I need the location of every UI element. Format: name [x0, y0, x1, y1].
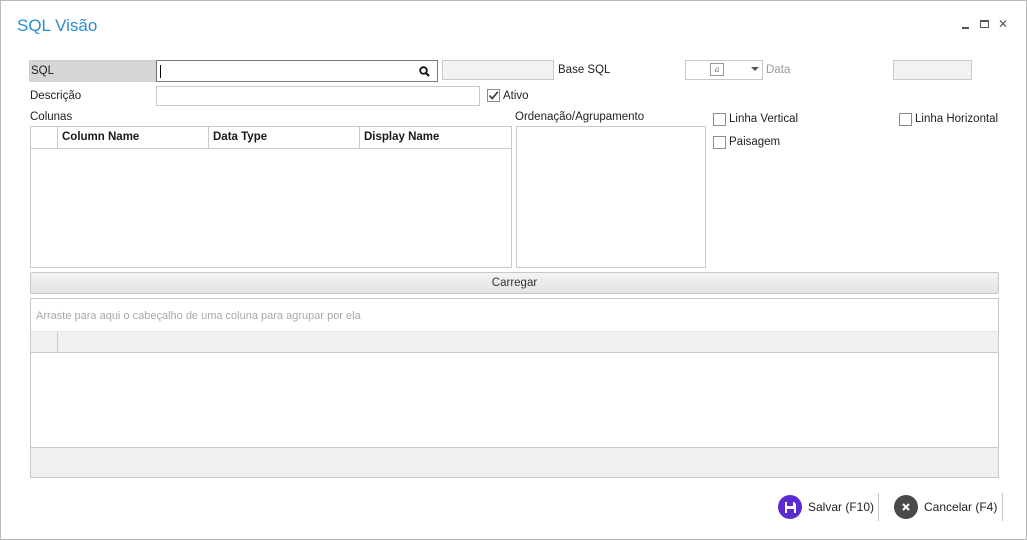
- linha-horizontal-label: Linha Horizontal: [915, 113, 999, 125]
- save-icon: [778, 495, 802, 519]
- result-grid-header: [31, 332, 998, 353]
- cancel-label: Cancelar (F4): [924, 500, 998, 514]
- cancel-icon: [894, 495, 918, 519]
- close-button[interactable]: ✕: [996, 17, 1010, 31]
- base-sql-label: Base SQL: [558, 64, 611, 76]
- ordenacao-label: Ordenação/Agrupamento: [515, 111, 645, 123]
- columns-grid-header: Column Name Data Type Display Name: [31, 127, 511, 149]
- data-label: Data: [766, 64, 791, 76]
- sql-code-field: [442, 60, 554, 80]
- save-label: Salvar (F10): [808, 500, 875, 514]
- minimize-icon: [962, 27, 969, 29]
- footer-separator: [878, 493, 879, 521]
- maximize-icon: [980, 20, 989, 28]
- ordenacao-list[interactable]: [516, 126, 706, 268]
- columns-grid: Column Name Data Type Display Name: [30, 126, 512, 268]
- paisagem-label: Paisagem: [729, 136, 781, 148]
- window-title: SQL Visão: [17, 16, 98, 35]
- text-caret: [160, 65, 161, 78]
- linha-vertical-checkbox[interactable]: [713, 113, 726, 126]
- chevron-down-icon[interactable]: [751, 67, 759, 71]
- maximize-button[interactable]: [978, 17, 992, 31]
- linha-horizontal-checkbox[interactable]: [899, 113, 912, 126]
- linha-vertical-label: Linha Vertical: [729, 113, 799, 125]
- checkmark-icon: [488, 91, 499, 100]
- descricao-input[interactable]: [156, 86, 480, 106]
- close-icon: ✕: [997, 17, 1009, 31]
- row-indicator-header: [31, 332, 58, 352]
- paisagem-checkbox[interactable]: [713, 136, 726, 149]
- base-sql-select[interactable]: a: [685, 60, 763, 80]
- search-icon[interactable]: [419, 66, 430, 77]
- descricao-label: Descrição: [30, 90, 82, 102]
- carregar-button[interactable]: Carregar: [30, 272, 999, 294]
- column-header-name[interactable]: Column Name: [58, 127, 209, 148]
- sql-label: SQL: [31, 65, 55, 77]
- result-grid-footer: [31, 447, 998, 477]
- row-indicator-header: [31, 127, 58, 148]
- sql-visao-dialog: SQL Visão ✕ SQL Base SQL a Data Descriçã…: [0, 0, 1027, 540]
- colunas-label: Colunas: [30, 111, 73, 123]
- footer-separator: [1002, 493, 1003, 521]
- minimize-button[interactable]: [959, 17, 973, 31]
- cancel-button[interactable]: Cancelar (F4): [894, 495, 997, 519]
- column-header-type[interactable]: Data Type: [209, 127, 360, 148]
- ativo-checkbox[interactable]: [487, 89, 500, 102]
- save-button[interactable]: Salvar (F10): [778, 495, 874, 519]
- result-grid: Arraste para aqui o cabeçalho de uma col…: [30, 298, 999, 478]
- data-field: [893, 60, 972, 80]
- sql-input[interactable]: [156, 60, 438, 82]
- group-panel-hint: Arraste para aqui o cabeçalho de uma col…: [36, 310, 361, 322]
- column-header-display[interactable]: Display Name: [360, 127, 511, 148]
- text-type-icon: a: [710, 63, 724, 76]
- ativo-label: Ativo: [503, 90, 529, 102]
